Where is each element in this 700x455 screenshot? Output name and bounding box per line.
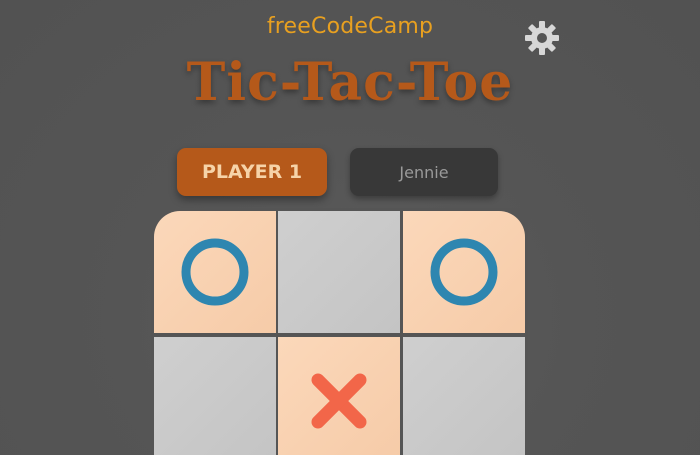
board-cell-2[interactable]	[278, 211, 400, 333]
board-cell-1[interactable]	[154, 211, 276, 333]
player-1-label: PLAYER 1	[201, 161, 303, 183]
o-mark-icon	[430, 238, 498, 306]
board-cell-3[interactable]	[403, 211, 525, 333]
player-2-button[interactable]: Jennie	[350, 148, 498, 196]
x-mark-icon	[311, 373, 367, 429]
game-screen: freeCodeCamp Tic-Tac-Toe PLAYER 1 Jennie	[0, 0, 700, 455]
game-board	[151, 208, 528, 455]
brand-name: freeCodeCamp	[266, 14, 434, 39]
player-2-label: Jennie	[399, 162, 449, 182]
game-title: Tic-Tac-Toe	[186, 52, 514, 113]
board-cell-4[interactable]	[154, 337, 276, 455]
board-cell-5[interactable]	[278, 337, 400, 455]
o-mark-icon	[181, 238, 249, 306]
player-1-button[interactable]: PLAYER 1	[177, 148, 327, 196]
board-cell-6[interactable]	[403, 337, 525, 455]
